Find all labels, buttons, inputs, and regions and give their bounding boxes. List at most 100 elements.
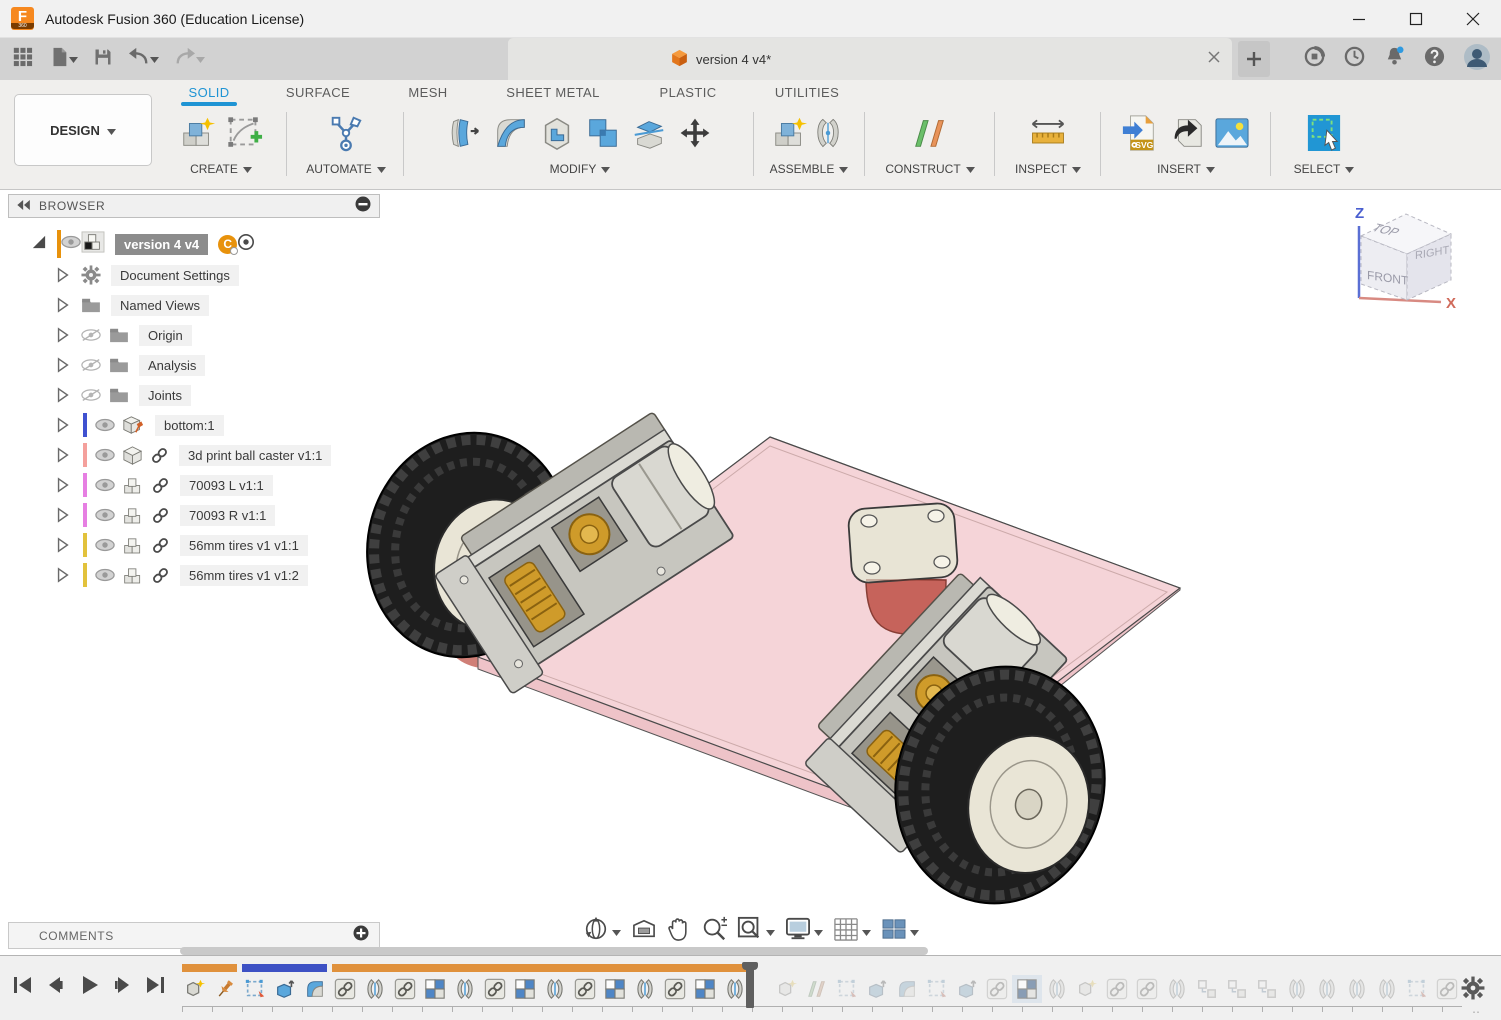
fillet-button[interactable] — [490, 114, 532, 156]
workspace-selector[interactable]: DESIGN — [14, 94, 152, 166]
timeline-feature-extrude[interactable] — [862, 975, 892, 1003]
browser-item-label[interactable]: 56mm tires v1 v1:1 — [180, 535, 308, 556]
visibility-toggle-icon[interactable] — [81, 357, 101, 373]
timeline-feature-link[interactable] — [1102, 975, 1132, 1003]
timeline-feature-joint[interactable] — [450, 975, 480, 1003]
browser-item[interactable]: Analysis — [8, 350, 380, 380]
step-back-button[interactable] — [43, 974, 69, 1000]
viewport-3d[interactable]: BROWSER version 4 v4 C Document Settings… — [0, 190, 1501, 955]
timeline-feature-link[interactable] — [982, 975, 1012, 1003]
timeline-feature-asbuilt[interactable] — [690, 975, 720, 1003]
browser-item-label[interactable]: Origin — [139, 325, 192, 346]
timeline-feature-link[interactable] — [1132, 975, 1162, 1003]
expand-arrow-icon[interactable] — [56, 297, 73, 313]
component-color-swatch[interactable] — [83, 473, 87, 497]
joint-button[interactable] — [811, 114, 845, 156]
timeline-feature-fillet[interactable] — [300, 975, 330, 1003]
close-button[interactable] — [1444, 0, 1501, 38]
look-at-button[interactable] — [629, 916, 659, 947]
group-label-assemble[interactable]: ASSEMBLE — [770, 162, 849, 182]
tab-plastic[interactable]: PLASTIC — [654, 83, 723, 102]
press-pull-button[interactable] — [444, 114, 486, 156]
file-menu-button[interactable] — [45, 42, 82, 77]
timeline-feature-asbuilt[interactable] — [1012, 975, 1042, 1003]
browser-item[interactable]: Origin — [8, 320, 380, 350]
redo-button[interactable] — [170, 43, 209, 76]
display-settings-button[interactable] — [783, 915, 825, 948]
insert-derive-button[interactable] — [1165, 114, 1207, 156]
timeline-feature-joint[interactable] — [1042, 975, 1072, 1003]
browser-item-label[interactable]: bottom:1 — [155, 415, 224, 436]
timeline-feature-joint[interactable] — [1162, 975, 1192, 1003]
root-activate-radio[interactable] — [237, 233, 255, 256]
root-expand-arrow[interactable] — [30, 233, 47, 255]
measure-button[interactable] — [1027, 114, 1069, 156]
create-sketch-button[interactable] — [223, 114, 265, 156]
expand-arrow-icon[interactable] — [56, 537, 73, 553]
browser-item-label[interactable]: 56mm tires v1 v1:2 — [180, 565, 308, 586]
browser-item[interactable]: 70093 L v1:1 — [8, 470, 380, 500]
timeline-feature-joint[interactable] — [630, 975, 660, 1003]
expand-arrow-icon[interactable] — [56, 417, 73, 433]
group-label-create[interactable]: CREATE — [190, 162, 252, 182]
timeline-feature-component[interactable] — [180, 975, 210, 1003]
step-forward-button[interactable] — [109, 974, 135, 1000]
go-to-end-button[interactable] — [142, 974, 168, 1000]
fit-button[interactable] — [735, 914, 777, 949]
add-comment-icon[interactable] — [353, 925, 369, 946]
tab-utilities[interactable]: UTILITIES — [769, 83, 845, 102]
tab-mesh[interactable]: MESH — [402, 83, 453, 102]
visibility-toggle-icon[interactable] — [81, 327, 101, 343]
shell-button[interactable] — [536, 114, 578, 156]
root-visibility-toggle[interactable] — [61, 235, 81, 254]
play-button[interactable] — [76, 974, 102, 1000]
browser-item[interactable]: Joints — [8, 380, 380, 410]
expand-arrow-icon[interactable] — [56, 267, 73, 283]
expand-arrow-icon[interactable] — [56, 477, 73, 493]
browser-item-label[interactable]: Joints — [139, 385, 191, 406]
browser-item[interactable]: bottom:1 — [8, 410, 380, 440]
timeline-feature-copy[interactable] — [1222, 975, 1252, 1003]
collapse-panel-icon[interactable] — [17, 197, 31, 215]
new-document-tab-button[interactable] — [1238, 41, 1270, 77]
timeline-feature-joint[interactable] — [540, 975, 570, 1003]
timeline-feature-copy[interactable] — [1192, 975, 1222, 1003]
visibility-toggle-icon[interactable] — [95, 538, 115, 552]
timeline-feature-joint[interactable] — [1372, 975, 1402, 1003]
browser-header[interactable]: BROWSER — [8, 194, 380, 218]
timeline-feature-link[interactable] — [330, 975, 360, 1003]
browser-item-label[interactable]: Named Views — [111, 295, 209, 316]
move-copy-button[interactable] — [674, 114, 716, 156]
browser-item-label[interactable]: 70093 L v1:1 — [180, 475, 273, 496]
help-button[interactable] — [1419, 41, 1450, 77]
timeline-settings-button[interactable] — [1461, 976, 1485, 1005]
timeline-feature-joint[interactable] — [1342, 975, 1372, 1003]
timeline-feature-sketch[interactable] — [832, 975, 862, 1003]
document-tab[interactable]: version 4 v4* — [508, 38, 1232, 80]
tab-solid[interactable]: SOLID — [182, 83, 235, 102]
timeline-feature-joint[interactable] — [1312, 975, 1342, 1003]
group-label-construct[interactable]: CONSTRUCT — [885, 162, 974, 182]
construct-plane-button[interactable] — [909, 114, 951, 156]
browser-item[interactable]: Document Settings — [8, 260, 380, 290]
timeline-feature-joint[interactable] — [360, 975, 390, 1003]
tab-sheet-metal[interactable]: SHEET METAL — [500, 83, 606, 102]
comments-bar[interactable]: COMMENTS — [8, 922, 380, 949]
component-color-swatch[interactable] — [83, 533, 87, 557]
pan-button[interactable] — [665, 914, 693, 949]
app-launcher-button[interactable] — [8, 42, 38, 77]
component-color-swatch[interactable] — [83, 503, 87, 527]
timeline-scrollbar[interactable] — [180, 947, 928, 955]
root-label[interactable]: version 4 v4 — [115, 234, 208, 255]
component-color-swatch[interactable] — [83, 563, 87, 587]
new-component-button[interactable] — [177, 114, 219, 156]
timeline-feature-copy[interactable] — [1252, 975, 1282, 1003]
zoom-button[interactable] — [699, 914, 729, 949]
visibility-toggle-icon[interactable] — [95, 448, 115, 462]
timeline-feature-asbuilt[interactable] — [420, 975, 450, 1003]
browser-item-label[interactable]: Document Settings — [111, 265, 239, 286]
timeline-feature-link[interactable] — [1432, 975, 1462, 1003]
visibility-toggle-icon[interactable] — [81, 387, 101, 403]
combine-button[interactable] — [582, 114, 624, 156]
timeline-feature-component[interactable] — [772, 975, 802, 1003]
